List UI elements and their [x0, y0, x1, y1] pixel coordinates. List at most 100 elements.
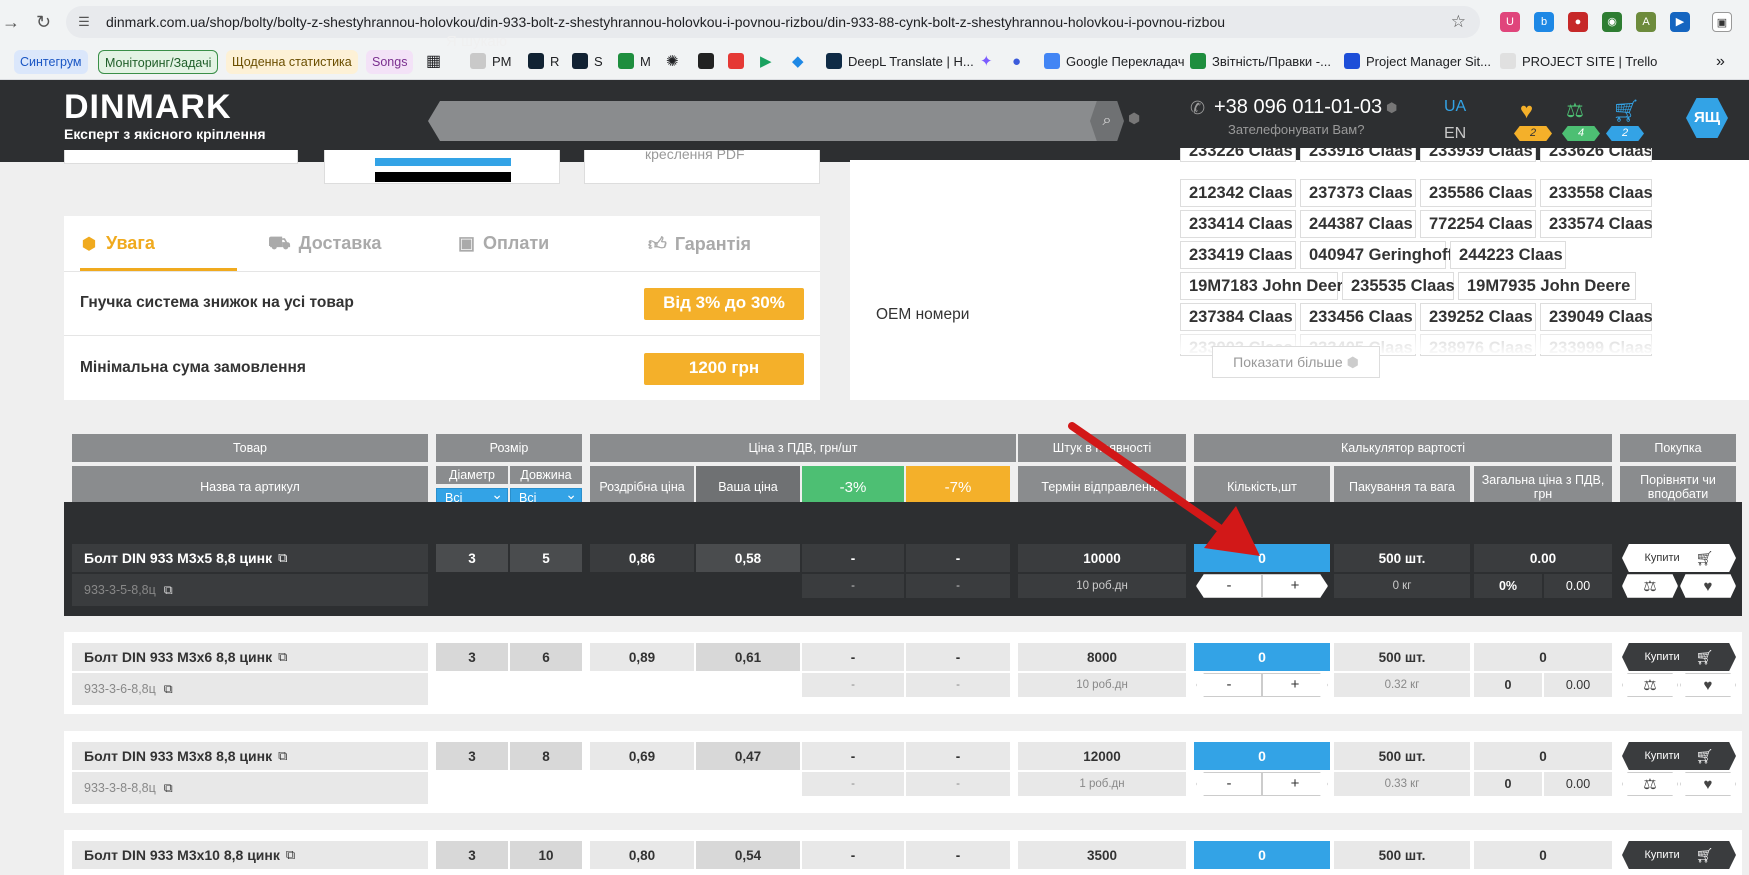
tab-delivery[interactable]: ⛟ Доставка — [268, 233, 381, 257]
bookmark-monitoring[interactable]: Моніторинг/Задачі — [98, 50, 219, 74]
show-more-button[interactable]: Показати більше ⬢ — [1212, 346, 1380, 378]
bookmark-pm[interactable]: PM — [470, 50, 512, 74]
oem-number-chip[interactable]: 040947 Geringhoff — [1300, 241, 1453, 269]
bird-icon[interactable]: ◆ — [792, 50, 804, 74]
extension-shield-icon[interactable]: U — [1500, 12, 1520, 32]
bookmark-songs[interactable]: Songs — [366, 50, 414, 74]
bookmark-google-translate[interactable]: Google Перекладач — [1044, 50, 1185, 74]
bookmark-icon-dark[interactable] — [698, 50, 720, 74]
increase-quantity-button[interactable]: + — [1262, 772, 1328, 796]
bookmark-icon-multi[interactable] — [728, 50, 750, 74]
apps-grid-icon[interactable]: ▦ — [426, 50, 441, 74]
tab-attention[interactable]: ⬢ Увага — [82, 233, 155, 254]
url-text[interactable]: dinmark.com.ua/shop/bolty/bolty-z-shesty… — [106, 14, 1225, 30]
oem-number-chip[interactable]: 244387 Claas — [1300, 210, 1416, 238]
copy-icon[interactable]: ⧉ — [278, 649, 287, 665]
oem-number-chip[interactable]: 233456 Claas — [1300, 303, 1416, 331]
buy-button[interactable]: Купити 🛒︎ — [1622, 841, 1736, 869]
drawing-pdf-box[interactable]: креслення PDF — [584, 150, 820, 184]
copy-icon[interactable]: ⧉ — [286, 847, 295, 863]
site-info-icon[interactable]: ☰ — [76, 14, 92, 30]
favorites-heart-icon[interactable]: ♥ — [1520, 98, 1533, 124]
copy-icon[interactable]: ⧉ — [164, 583, 173, 598]
oem-number-chip[interactable]: 233419 Claas — [1180, 241, 1296, 269]
extension-hero-icon[interactable]: A — [1636, 12, 1656, 32]
oem-number-chip[interactable]: 233574 Claas — [1540, 210, 1653, 238]
oem-number-chip[interactable]: 19M7183 John Deere — [1180, 272, 1352, 300]
compare-scales-icon[interactable]: ⚖ — [1566, 98, 1584, 123]
oem-number-chip[interactable]: 235586 Claas — [1420, 179, 1536, 207]
extension-green-icon[interactable]: ◉ — [1602, 12, 1622, 32]
compare-button[interactable]: ⚖ — [1622, 574, 1678, 598]
oem-number-chip[interactable]: 772254 Claas — [1420, 210, 1536, 238]
oem-number-chip[interactable]: 233918 Claas — [1300, 148, 1416, 162]
extension-image-icon[interactable]: ▣ — [1712, 12, 1732, 32]
lang-en[interactable]: EN — [1444, 125, 1466, 143]
oem-number-chip[interactable]: 233414 Claas — [1180, 210, 1296, 238]
copy-icon[interactable]: ⧉ — [278, 748, 287, 764]
compare-button[interactable]: ⚖ — [1622, 772, 1678, 796]
product-name-link[interactable]: Болт DIN 933 M3x5 8,8 цинк ⧉ — [72, 544, 428, 572]
quantity-input[interactable] — [1194, 841, 1330, 869]
quantity-input[interactable] — [1194, 643, 1330, 671]
search-icon[interactable]: ⌕ — [1090, 101, 1124, 141]
bookmark-deepl[interactable]: DeepL Translate | Н... — [826, 50, 974, 74]
quantity-input[interactable] — [1194, 544, 1330, 572]
favorite-button[interactable]: ♥ — [1680, 673, 1736, 697]
phone-info-icon[interactable]: ⬢ — [1386, 100, 1397, 116]
oem-number-chip[interactable]: 239049 Claas — [1540, 303, 1653, 331]
reload-icon[interactable]: ↻ — [36, 12, 51, 33]
openai-icon[interactable]: ✺ — [666, 50, 679, 74]
product-name-link[interactable]: Болт DIN 933 M3x6 8,8 цинк ⧉ — [72, 643, 428, 671]
buy-button[interactable]: Купити 🛒︎ — [1622, 742, 1736, 770]
cart-icon[interactable]: 🛒︎ — [1612, 98, 1640, 124]
tab-payments[interactable]: ▣ Оплати — [458, 233, 549, 254]
phone-number[interactable]: +38 096 011-01-03 — [1214, 96, 1382, 119]
favorite-button[interactable]: ♥ — [1680, 574, 1736, 598]
oem-number-chip[interactable]: 233558 Claas — [1540, 179, 1653, 207]
bookmark-trello[interactable]: PROJECT SITE | Trello — [1500, 50, 1657, 74]
gemini-icon[interactable]: ✦ — [980, 50, 993, 74]
bookmark-project-manager[interactable]: Project Manager Sit... — [1344, 50, 1491, 74]
bookmark-m[interactable]: M — [618, 50, 651, 74]
copy-icon[interactable]: ⧉ — [164, 781, 173, 796]
oem-number-chip[interactable]: 233939 Claas — [1420, 148, 1536, 162]
decrease-quantity-button[interactable]: - — [1196, 574, 1262, 598]
buy-button[interactable]: Купити 🛒︎ — [1622, 643, 1736, 671]
product-name-link[interactable]: Болт DIN 933 M3x10 8,8 цинк ⧉ — [72, 841, 428, 869]
bookmark-r[interactable]: R — [528, 50, 559, 74]
oem-number-chip[interactable]: 237373 Claas — [1300, 179, 1416, 207]
oem-number-chip[interactable]: 212342 Claas — [1180, 179, 1296, 207]
increase-quantity-button[interactable]: + — [1262, 673, 1328, 697]
play-icon[interactable]: ▶ — [760, 50, 772, 74]
tab-warranty[interactable]: 👍︎ Гарантія — [648, 233, 751, 255]
extension-flag-icon[interactable]: ▶ — [1670, 12, 1690, 32]
bookmark-reports[interactable]: Звітність/Правки -... — [1190, 50, 1331, 74]
search-input[interactable] — [446, 30, 1036, 52]
extension-red-icon[interactable]: ● — [1568, 12, 1588, 32]
copy-icon[interactable]: ⧉ — [164, 682, 173, 697]
search-help-icon[interactable]: ⬢ — [1128, 110, 1140, 127]
bookmark-s[interactable]: S — [572, 50, 603, 74]
lang-ua[interactable]: UA — [1444, 98, 1466, 116]
oem-number-chip[interactable]: 244223 Claas — [1450, 241, 1566, 269]
product-name-link[interactable]: Болт DIN 933 M3x8 8,8 цинк ⧉ — [72, 742, 428, 770]
quantity-input[interactable] — [1194, 742, 1330, 770]
oem-number-chip[interactable]: 237384 Claas — [1180, 303, 1296, 331]
oem-number-chip[interactable]: 233626 Claas — [1540, 148, 1652, 162]
decrease-quantity-button[interactable]: - — [1196, 772, 1262, 796]
oem-number-chip[interactable]: 19M7935 John Deere — [1458, 272, 1636, 300]
increase-quantity-button[interactable]: + — [1262, 574, 1328, 598]
oem-number-chip[interactable]: 239252 Claas — [1420, 303, 1536, 331]
more-bookmarks-icon[interactable]: » — [1716, 50, 1725, 74]
bookmark-daily-stats[interactable]: Щоденна статистика — [226, 50, 358, 74]
user-avatar[interactable]: ЯЩ — [1686, 98, 1728, 138]
bookmark-syntegrum[interactable]: Синтегрум — [14, 50, 88, 74]
bookmark-icon-blue[interactable]: ● — [1012, 50, 1021, 74]
extension-b-icon[interactable]: b — [1534, 12, 1554, 32]
decrease-quantity-button[interactable]: - — [1196, 673, 1262, 697]
buy-button[interactable]: Купити 🛒︎ — [1622, 544, 1736, 572]
oem-number-chip[interactable]: 233226 Claas — [1180, 148, 1296, 162]
oem-number-chip[interactable]: 235535 Claas — [1342, 272, 1455, 300]
favorite-button[interactable]: ♥ — [1680, 772, 1736, 796]
